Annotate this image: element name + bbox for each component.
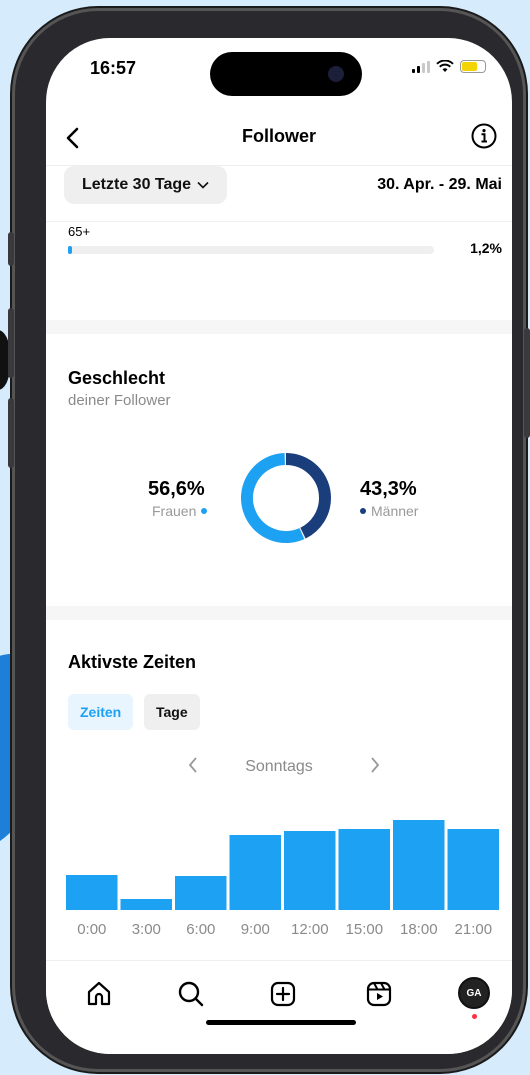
day-navigation: Sonntags (46, 752, 512, 782)
chart-x-tick-label: 9:00 (241, 921, 270, 938)
chart-x-tick-label: 18:00 (400, 921, 438, 938)
active-times-title: Aktivste Zeiten (68, 652, 197, 672)
status-bar: 16:57 (46, 38, 512, 108)
chart-bar (447, 829, 499, 910)
day-label: Sonntags (245, 758, 313, 775)
tab-tage[interactable]: Tage (144, 694, 200, 730)
screen: 16:57 Follower Letzte 30 Tage 30. Apr. -… (46, 38, 512, 1054)
date-range-label: Letzte 30 Tage (82, 176, 192, 193)
chart-bar (175, 876, 227, 910)
bottom-tab-bar: GA (46, 960, 512, 1054)
donut-segment-women (241, 453, 331, 543)
status-icons (412, 60, 486, 73)
active-times-bar-chart: 0:00 3:00 6:00 9:00 12:00 15:00 18:00 21:00 (66, 820, 499, 938)
age-bar-row: 65+ 1,2% (68, 224, 502, 284)
power-button (524, 328, 530, 438)
create-icon[interactable] (268, 979, 298, 1009)
chart-x-tick-label: 15:00 (346, 921, 384, 938)
gender-subtitle: deiner Follower (68, 392, 171, 409)
section-divider (46, 606, 512, 620)
camera-icon (328, 66, 344, 82)
chart-bar (120, 899, 172, 910)
battery-icon (460, 60, 486, 73)
chart-x-tick-label: 0:00 (77, 921, 106, 938)
volume-up-button (8, 308, 14, 378)
gender-donut-chart (241, 453, 331, 543)
chart-bar (66, 875, 118, 910)
chevron-right-icon[interactable] (368, 754, 382, 776)
notification-dot (472, 1014, 477, 1019)
phone-frame: 16:57 Follower Letzte 30 Tage 30. Apr. -… (8, 8, 530, 1072)
volume-down-button (8, 398, 14, 468)
info-icon[interactable] (470, 122, 498, 150)
men-label: Männer (371, 503, 419, 519)
date-range-row: Letzte 30 Tage 30. Apr. - 29. Mai (46, 166, 512, 222)
avatar[interactable]: GA (458, 977, 490, 1009)
age-progress-track (68, 246, 434, 254)
date-range-dropdown[interactable]: Letzte 30 Tage (64, 166, 228, 204)
chart-x-tick-label: 12:00 (291, 921, 329, 938)
home-indicator (206, 1020, 356, 1025)
chart-bar (338, 829, 390, 910)
section-divider (46, 320, 512, 334)
age-progress-fill (68, 246, 73, 254)
search-icon[interactable] (176, 979, 206, 1009)
page-title: Follower (241, 126, 316, 146)
wifi-icon (436, 60, 454, 72)
chevron-down-icon (197, 181, 209, 189)
signal-icon (412, 60, 430, 73)
chart-x-tick-label: 6:00 (186, 921, 215, 938)
chart-bar (229, 835, 281, 910)
home-icon[interactable] (84, 979, 114, 1009)
chart-bar (393, 820, 445, 910)
women-label: Frauen (152, 503, 197, 519)
women-percentage: 56,6% (148, 478, 205, 500)
men-percentage: 43,3% (360, 478, 417, 500)
status-time: 16:57 (90, 58, 137, 78)
chart-bar (284, 831, 336, 910)
women-legend: Frauen (152, 503, 208, 519)
action-button (8, 232, 14, 266)
tab-zeiten[interactable]: Zeiten (68, 694, 134, 730)
men-legend: Männer (360, 503, 418, 519)
dynamic-island (210, 52, 362, 96)
women-dot (201, 508, 208, 514)
age-value: 1,2% (470, 240, 502, 256)
header: Follower (46, 110, 512, 166)
gender-title: Geschlecht (68, 368, 166, 388)
date-range-text: 30. Apr. - 29. Mai (377, 176, 502, 193)
age-label: 65+ (68, 224, 91, 239)
men-dot (360, 508, 366, 514)
reels-icon[interactable] (364, 979, 394, 1009)
chart-x-tick-label: 21:00 (455, 921, 493, 938)
chart-x-tick-label: 3:00 (132, 921, 161, 938)
